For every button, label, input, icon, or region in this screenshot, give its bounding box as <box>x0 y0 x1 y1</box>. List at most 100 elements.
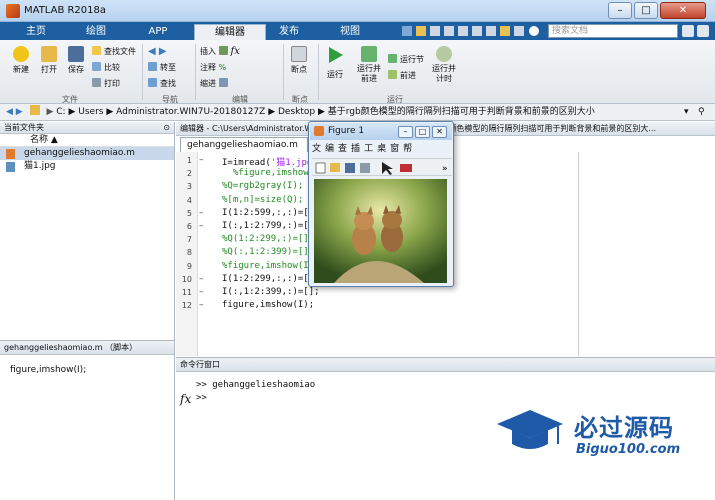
quick-access-icons[interactable] <box>400 25 540 38</box>
breakpoint-marker[interactable]: – <box>199 287 204 297</box>
search-docs-input[interactable]: 搜索文档 <box>548 24 678 38</box>
command-history-line: >> gehanggelieshaomiao <box>196 380 316 390</box>
expand-icon[interactable] <box>697 25 709 37</box>
ribbon-separator <box>318 44 319 100</box>
code-line[interactable]: I(1:2:599,:,:)=[]; <box>222 208 320 218</box>
indent-icon <box>218 78 228 87</box>
back-forward-icons[interactable]: ◀ ▶ <box>148 46 167 57</box>
title-bar: MATLAB R2018a – □ ✕ <box>0 0 715 22</box>
figure-minimize-button[interactable]: – <box>398 126 413 138</box>
breakpoint-marker[interactable]: – <box>199 221 204 231</box>
breakpoints-button[interactable]: 断点 <box>286 46 312 75</box>
close-button[interactable]: ✕ <box>660 2 706 19</box>
address-part[interactable]: Desktop <box>278 107 315 117</box>
panel-menu-icon[interactable]: ⊙ <box>163 122 170 133</box>
run-icon <box>329 47 343 63</box>
tab-view[interactable]: 视图 <box>320 24 380 40</box>
insert-icon <box>218 46 228 55</box>
run-and-time-button[interactable]: 运行并计时 <box>430 46 458 84</box>
new-button[interactable]: 新建 <box>8 46 34 75</box>
watermark-logo: 必过源码 Biguo100.com <box>492 402 714 464</box>
figure-menu-item[interactable]: 插 <box>351 144 360 154</box>
figure-menu-item[interactable]: 工 <box>364 144 373 154</box>
figure-menu-item[interactable]: 文 <box>312 144 321 154</box>
figure-menu-bar: 文编查插工桌窗帮 <box>312 142 452 156</box>
find-files-button[interactable]: 查找文件 <box>92 46 136 58</box>
maximize-button[interactable]: □ <box>634 2 658 19</box>
search-icon[interactable] <box>682 25 694 37</box>
command-prompt[interactable]: >> <box>196 393 207 403</box>
figure-icon <box>314 126 324 136</box>
indent-button[interactable]: 缩进 <box>200 78 231 90</box>
figure-maximize-button[interactable]: □ <box>415 126 430 138</box>
figure-menu-item[interactable]: 桌 <box>377 144 386 154</box>
file-row[interactable]: 猫1.jpg <box>0 160 174 173</box>
code-line[interactable]: figure,imshow(I); <box>222 300 314 310</box>
figure-menu-item[interactable]: 帮 <box>403 144 412 154</box>
address-part[interactable]: Administrator.WIN7U-20180127Z <box>116 107 265 117</box>
figure-menu-item[interactable]: 查 <box>338 144 347 154</box>
editor-ribbon: 新建 打开 保存 查找文件 比较 打印 文件 ◀ ▶ 转至 查找 导航 插入 f… <box>0 40 715 104</box>
file-row[interactable]: gehanggelieshaomiao.m <box>0 147 174 160</box>
open-folder-icon <box>41 46 57 62</box>
address-part[interactable]: 基于rgb颜色模型的隔行隔列扫描可用于判断背景和前景的区别大小 <box>328 107 595 117</box>
editor-file-tab[interactable]: gehanggelieshaomiao.m <box>180 137 308 152</box>
compare-icon <box>92 62 101 71</box>
goto-button[interactable]: 转至 <box>148 62 176 74</box>
address-bar[interactable]: ◀ ▶ ▶ C: ▶ Users ▶ Administrator.WIN7U-2… <box>0 104 715 121</box>
name-column-header[interactable]: 名称 ▲ <box>0 134 174 147</box>
address-part[interactable]: Users <box>78 107 103 117</box>
line-number-gutter: 1 2 3 4 5 6 7 8 9 10 11 12 <box>176 152 198 356</box>
line-number: 5 <box>186 208 192 218</box>
line-number: 10 <box>181 274 192 284</box>
chevron-down-icon[interactable]: ▾ <box>684 104 689 120</box>
figure-window[interactable]: Figure 1 – □ ✕ 文编查插工桌窗帮 » <box>308 121 454 287</box>
code-line[interactable]: %[m,n]=size(Q); <box>222 195 303 205</box>
figure-toolbar-icons[interactable]: » <box>312 159 452 177</box>
compare-button[interactable]: 比较 <box>92 62 120 74</box>
code-line[interactable]: %Q(:,1:2:399)=[]; <box>222 247 314 257</box>
tab-apps[interactable]: APP <box>130 24 186 40</box>
open-button[interactable]: 打开 <box>36 46 62 75</box>
m-file-icon <box>6 149 15 159</box>
tab-publish[interactable]: 发布 <box>258 24 320 40</box>
breakpoint-marker[interactable]: – <box>199 208 204 218</box>
figure-menu-item[interactable]: 窗 <box>390 144 399 154</box>
tab-editor[interactable]: 编辑器 <box>194 24 266 40</box>
code-line[interactable]: %Q=rgb2gray(I); <box>222 181 303 191</box>
breakpoint-marker[interactable]: – <box>199 300 204 310</box>
line-number: 12 <box>181 301 192 311</box>
figure-menu-item[interactable]: 编 <box>325 144 334 154</box>
line-number: 1 <box>186 156 192 165</box>
command-window-title: 命令行窗口 <box>176 358 715 372</box>
tab-home[interactable]: 主页 <box>10 24 62 40</box>
code-line[interactable]: %figure,imshow(I); <box>222 261 320 271</box>
code-line[interactable]: I(1:2:299,:,:)=[]; <box>222 274 320 284</box>
tab-plots[interactable]: 绘图 <box>68 24 124 40</box>
print-button[interactable]: 打印 <box>92 78 120 90</box>
matlab-logo-icon <box>6 4 20 18</box>
nav-arrows-icon[interactable]: ◀ ▶ <box>6 107 23 117</box>
figure-close-button[interactable]: ✕ <box>432 126 447 138</box>
address-part[interactable]: C: <box>56 107 65 117</box>
fx-icon[interactable]: fx <box>180 392 191 406</box>
fx-icon: fx <box>230 46 240 57</box>
find-button[interactable]: 查找 <box>148 78 176 90</box>
code-line[interactable]: I(:,1:2:399,:)=[]; <box>222 287 320 297</box>
advance-button[interactable]: 前进 <box>388 70 416 82</box>
breakpoint-marker[interactable]: – <box>199 274 204 284</box>
code-line[interactable]: %Q(1:2:299,:)=[]; <box>222 234 314 244</box>
run-and-advance-button[interactable]: 运行并前进 <box>354 46 384 84</box>
run-button[interactable]: 运行 <box>322 46 348 80</box>
folder-icon[interactable] <box>29 105 40 115</box>
insert-button[interactable]: 插入 fx <box>200 46 240 58</box>
minimize-button[interactable]: – <box>608 2 632 19</box>
code-line[interactable]: I(:,1:2:799,:)=[]; <box>222 221 320 231</box>
line-number: 2 <box>186 169 192 179</box>
search-icon[interactable]: ⚲ <box>698 104 705 120</box>
breakpoint-marker[interactable]: – <box>199 155 204 165</box>
comment-button[interactable]: 注释 % <box>200 62 226 74</box>
save-button[interactable]: 保存 <box>63 46 89 75</box>
run-section-button[interactable]: 运行节 <box>388 54 424 66</box>
ribbon-separator <box>283 44 284 100</box>
